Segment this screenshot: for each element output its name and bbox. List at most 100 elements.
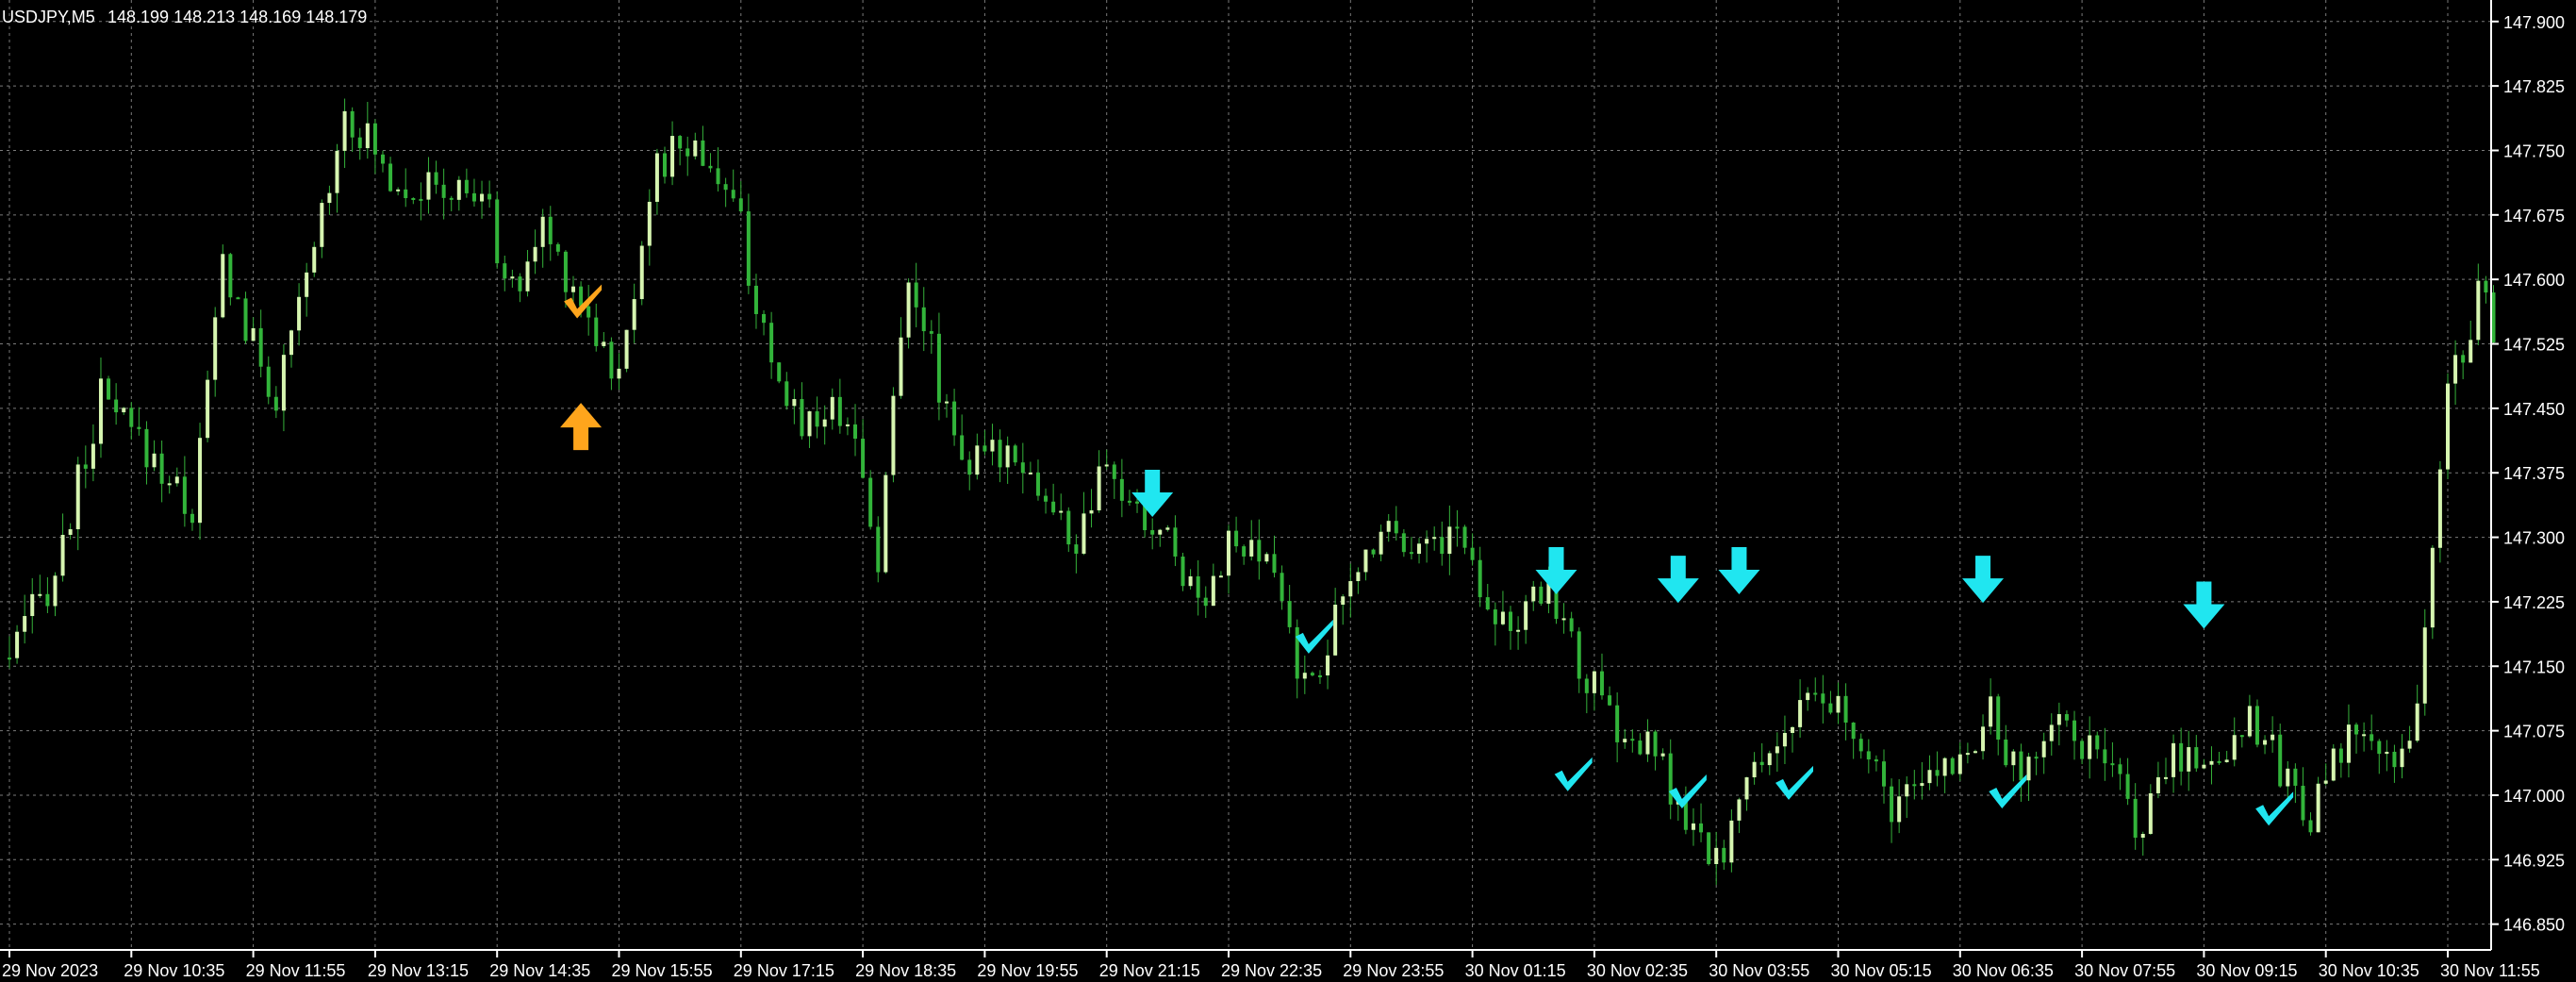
y-tick-label: 147.150 bbox=[2503, 657, 2565, 676]
candle-body bbox=[2437, 469, 2442, 548]
x-tick-label: 29 Nov 13:15 bbox=[368, 961, 469, 980]
candle-body bbox=[2293, 768, 2298, 786]
candle-body bbox=[2400, 748, 2404, 768]
candle-body bbox=[1905, 784, 1909, 797]
candle-body bbox=[1897, 796, 1902, 823]
candle-body bbox=[1935, 770, 1940, 776]
candle-body bbox=[380, 154, 385, 164]
candle-body bbox=[273, 396, 278, 411]
x-tick-label: 30 Nov 09:15 bbox=[2196, 961, 2297, 980]
candle-body bbox=[1569, 618, 1574, 632]
candle-body bbox=[2171, 742, 2176, 777]
candle-body bbox=[983, 445, 987, 452]
candle-body bbox=[837, 396, 842, 426]
y-tick-label: 147.000 bbox=[2503, 787, 2565, 806]
candle-body bbox=[624, 329, 629, 369]
y-tick-label: 147.825 bbox=[2503, 77, 2565, 96]
candle-body bbox=[815, 411, 819, 427]
candle-body bbox=[1462, 526, 1467, 548]
candle-body bbox=[1714, 847, 1719, 864]
candle-body bbox=[1310, 673, 1314, 675]
candle-body bbox=[495, 199, 500, 264]
candle-body bbox=[876, 526, 881, 573]
candle-body bbox=[1638, 741, 1643, 755]
candle-body bbox=[2415, 703, 2419, 741]
candle-body bbox=[533, 246, 537, 262]
candle-body bbox=[1775, 746, 1779, 754]
candle-body bbox=[990, 440, 995, 452]
candle-body bbox=[1127, 500, 1131, 503]
candle-body bbox=[1920, 783, 1924, 787]
candle-body bbox=[1074, 544, 1079, 554]
candle-body bbox=[632, 299, 636, 330]
candle-body bbox=[1660, 753, 1665, 757]
candle-body bbox=[1516, 629, 1521, 632]
price-chart[interactable]: 147.900 147.825 147.750 147.675 147.600 147.5… bbox=[0, 0, 2576, 982]
candle-body bbox=[1196, 575, 1200, 598]
candle-body bbox=[518, 276, 522, 291]
candle-body bbox=[1806, 692, 1810, 701]
candle-body bbox=[1737, 799, 1742, 821]
candle-body bbox=[769, 323, 774, 363]
candle-body bbox=[1509, 611, 1513, 631]
candle-body bbox=[929, 331, 933, 334]
candle-body bbox=[2286, 768, 2290, 787]
candle-body bbox=[777, 362, 782, 382]
candle-body bbox=[753, 285, 758, 314]
candle-body bbox=[2163, 776, 2168, 779]
candle-body bbox=[2179, 742, 2184, 772]
candle-body bbox=[594, 317, 599, 346]
candle-body bbox=[2392, 751, 2397, 768]
candle-body bbox=[563, 251, 568, 292]
candle-body bbox=[1218, 575, 1223, 578]
candle-body bbox=[800, 399, 804, 437]
candle-body bbox=[1493, 609, 1497, 624]
candle-body bbox=[2140, 833, 2145, 838]
candle-body bbox=[2323, 780, 2328, 784]
candle-body bbox=[555, 243, 560, 252]
candle-body bbox=[1066, 510, 1071, 545]
candle-body bbox=[2148, 792, 2153, 834]
candle-body bbox=[792, 399, 797, 407]
candle-body bbox=[967, 459, 972, 475]
candle-body bbox=[1965, 753, 1970, 756]
candle-body bbox=[1371, 549, 1376, 555]
candle-body bbox=[602, 341, 606, 346]
candle-body bbox=[342, 110, 347, 151]
candle-body bbox=[228, 254, 233, 298]
candle-body bbox=[23, 616, 27, 632]
candle-body bbox=[129, 408, 134, 427]
candle-body bbox=[365, 123, 370, 149]
candle-body bbox=[1059, 510, 1064, 513]
y-tick-label: 147.075 bbox=[2503, 723, 2565, 741]
candle-body bbox=[960, 435, 965, 460]
candle-body bbox=[426, 172, 431, 200]
candle-body bbox=[708, 165, 713, 169]
y-tick-label: 146.850 bbox=[2503, 916, 2565, 935]
candle-body bbox=[731, 190, 735, 199]
candle-body bbox=[525, 261, 530, 291]
candle-body bbox=[213, 317, 218, 380]
candle-body bbox=[2308, 820, 2313, 833]
candle-body bbox=[1615, 705, 1620, 742]
candle-body bbox=[1584, 678, 1589, 693]
candle-body bbox=[1287, 601, 1292, 627]
candle-body bbox=[2011, 751, 2016, 766]
candle-body bbox=[1561, 618, 1566, 621]
candle-body bbox=[685, 148, 690, 157]
y-tick-label: 147.450 bbox=[2503, 400, 2565, 419]
candle-body bbox=[1722, 847, 1726, 863]
candle-body bbox=[137, 426, 141, 429]
candle-body bbox=[1455, 526, 1460, 529]
candle-body bbox=[221, 254, 225, 318]
candle-body bbox=[1782, 732, 1787, 747]
candle-body bbox=[1097, 466, 1101, 511]
y-tick-label: 147.600 bbox=[2503, 271, 2565, 290]
candle-body bbox=[68, 529, 73, 535]
candle-body bbox=[38, 593, 42, 596]
x-tick-label: 30 Nov 06:35 bbox=[1953, 961, 2054, 980]
candle-body bbox=[701, 140, 705, 166]
candle-body bbox=[609, 341, 614, 379]
candle-body bbox=[2422, 627, 2427, 704]
x-tick-label: 29 Nov 22:35 bbox=[1221, 961, 1322, 980]
